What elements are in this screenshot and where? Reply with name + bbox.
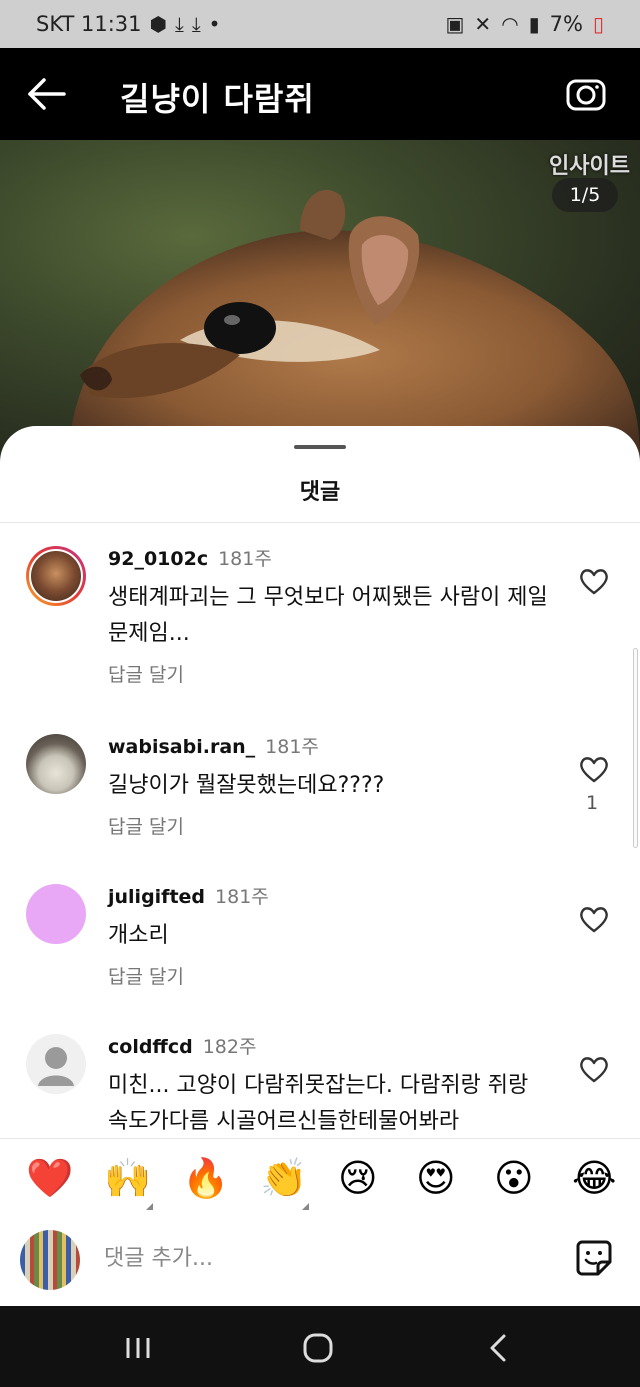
comment-time: 181주 [218,548,272,570]
clapping-emoji-button[interactable]: 👏 [260,1159,307,1197]
comment-meta: 92_0102c 181주 [108,544,272,571]
comment-input-bar [0,1224,640,1306]
comment-input[interactable] [104,1238,544,1278]
watermark-label: 인사이트 [549,154,630,179]
heart-icon[interactable] [578,1054,610,1084]
laughing-emoji-button[interactable]: 😂 [572,1159,616,1197]
signal-icon: ▮ [528,12,540,36]
comment-text: 미친... 고양이 다람쥐못잡는다. 다람쥐랑 쥐랑 속도가다름 시골어르신들한… [108,1073,529,1134]
wifi-icon: ◠ [501,12,519,36]
crying-emoji-button[interactable]: 😢 [338,1159,378,1197]
heart-icon[interactable] [578,904,610,934]
app-header: 길냥이 다람쥐 [0,48,640,140]
comment-username[interactable]: 92_0102c [108,548,208,570]
heart-emoji-button[interactable]: ❤️ [26,1159,73,1197]
avatar[interactable] [26,884,86,944]
sheet-drag-handle[interactable] [294,445,346,449]
back-icon[interactable] [478,1328,518,1368]
battery-percent: 7% [549,12,583,36]
divider [0,522,640,523]
chipmunk-image [60,189,640,460]
dot-icon: • [208,12,221,36]
comment-username[interactable]: juligifted [108,886,205,908]
reply-button[interactable]: 답글 달기 [108,962,184,989]
reply-button[interactable]: 답글 달기 [108,812,184,839]
comment-text: 개소리 [108,923,169,948]
raising-hands-emoji-button[interactable]: 🙌 [104,1159,151,1197]
comment-time: 181주 [265,736,319,758]
comment-meta: coldffcd 182주 [108,1032,256,1059]
download-icon: ⤓ [174,12,184,36]
post-photo: 인사이트 1/5 [0,140,640,460]
comment-time: 182주 [202,1036,257,1058]
heart-icon[interactable] [578,754,610,784]
quick-reactions: ❤️ 🙌 🔥 👏 😢 😍 😮 😂 [0,1138,640,1224]
recent-apps-icon[interactable] [118,1328,158,1368]
app-notification-icon: ⬢ [149,12,167,36]
system-nav-bar [0,1306,640,1387]
status-bar: SKT 11:31 ⬢ ⤓ ⤓ • ▣ ✕ ◠ ▮ 7% ▯ [0,0,640,48]
comment-text: 길냥이가 뭘잘못했는데요???? [108,773,385,798]
sticker-icon[interactable] [574,1238,614,1278]
mute-icon: ✕ [474,12,492,36]
my-avatar [20,1230,80,1290]
back-arrow-icon[interactable] [24,74,68,114]
page-title: 길냥이 다람쥐 [120,80,315,118]
surprised-emoji-button[interactable]: 😮 [494,1159,534,1197]
comment-time: 181주 [215,886,269,908]
status-carrier-time: SKT 11:31 [36,12,142,36]
heart-icon[interactable] [578,566,610,596]
comment-meta: wabisabi.ran_ 181주 [108,732,319,759]
battery-icon: ▯ [592,12,604,36]
avatar[interactable] [26,546,86,606]
comment-username[interactable]: wabisabi.ran_ [108,736,255,758]
lock-icon: ▣ [445,12,465,36]
skin-tone-indicator-icon [146,1203,153,1210]
reply-button[interactable]: 답글 달기 [108,660,184,687]
avatar[interactable] [26,734,86,794]
scrollbar[interactable] [633,648,638,848]
comment-username[interactable]: coldffcd [108,1036,193,1058]
camera-icon[interactable] [564,74,608,114]
comment-meta: juligifted 181주 [108,882,269,909]
fire-emoji-button[interactable]: 🔥 [182,1159,229,1197]
sheet-title: 댓글 [299,480,341,505]
comment-text: 생태계파괴는 그 무엇보다 어찌됐든 사람이 제일 문제임... [108,585,548,646]
home-icon[interactable] [298,1328,338,1368]
avatar[interactable] [26,1034,86,1094]
heart-eyes-emoji-button[interactable]: 😍 [416,1159,456,1197]
default-avatar-icon [38,1047,74,1086]
photo-page-counter: 1/5 [552,178,618,212]
download-icon-2: ⤓ [191,12,201,36]
like-count: 1 [586,792,599,814]
skin-tone-indicator-icon [302,1203,309,1210]
